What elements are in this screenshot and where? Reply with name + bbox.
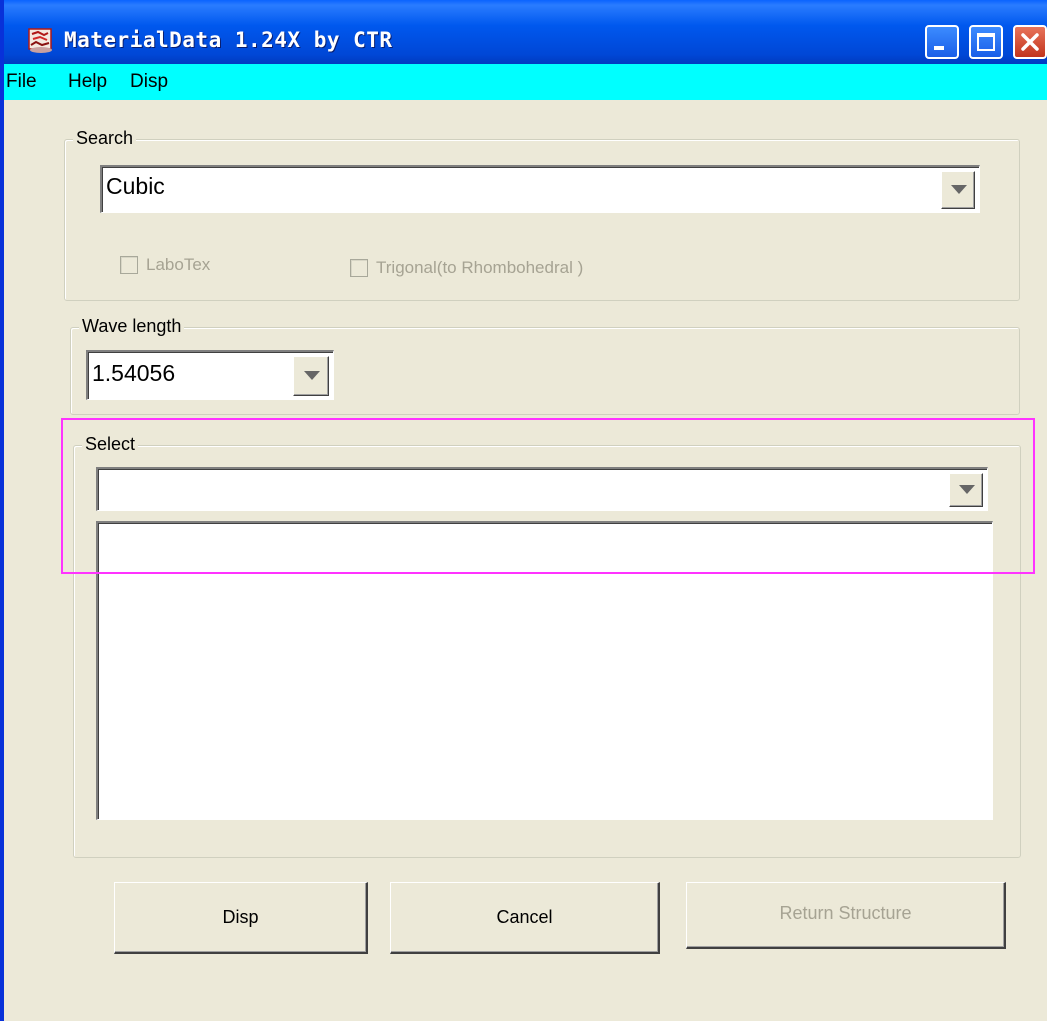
window-title: MaterialData 1.24X by CTR (64, 28, 393, 52)
menu-file[interactable]: File (6, 71, 37, 93)
cancel-button-label: Cancel (496, 907, 553, 927)
main-window: MaterialData 1.24X by CTR File Help Disp… (0, 0, 1047, 1021)
chevron-down-icon (951, 185, 967, 194)
return-structure-button[interactable]: Return Structure (686, 882, 1006, 949)
chevron-down-icon (959, 485, 975, 494)
maximize-icon (977, 33, 995, 51)
disp-button-label: Disp (222, 907, 259, 927)
menu-help[interactable]: Help (68, 71, 107, 93)
minimize-icon (934, 46, 944, 50)
select-listbox[interactable] (96, 521, 993, 820)
wave-length-dropdown-button[interactable] (293, 356, 329, 396)
labotex-checkbox[interactable] (120, 256, 138, 274)
wave-length-value: 1.54056 (92, 360, 176, 386)
trigonal-label: Trigonal(to Rhombohedral ) (376, 258, 584, 277)
disp-button[interactable]: Disp (114, 882, 368, 954)
select-dropdown-button[interactable] (949, 473, 983, 507)
search-value: Cubic (106, 173, 165, 199)
select-combobox[interactable] (96, 467, 988, 511)
close-button[interactable] (1013, 25, 1047, 59)
close-icon (1021, 33, 1039, 51)
cancel-button[interactable]: Cancel (390, 882, 660, 954)
labotex-label: LaboTex (146, 255, 211, 274)
chevron-down-icon (304, 371, 320, 380)
wave-length-combobox[interactable]: 1.54056 (86, 350, 334, 400)
title-bar[interactable]: MaterialData 1.24X by CTR (4, 0, 1047, 64)
search-combobox[interactable]: Cubic (100, 165, 980, 213)
app-icon (28, 28, 52, 53)
maximize-button[interactable] (969, 25, 1003, 59)
minimize-button[interactable] (925, 25, 959, 59)
search-dropdown-button[interactable] (941, 171, 975, 209)
return-structure-button-label: Return Structure (779, 903, 912, 923)
menu-bar: File Help Disp (4, 64, 1047, 100)
wave-length-group-label: Wave length (79, 316, 185, 337)
trigonal-checkbox[interactable] (350, 259, 368, 277)
search-group-label: Search (73, 128, 137, 149)
menu-disp[interactable]: Disp (130, 71, 168, 93)
select-group-label: Select (82, 434, 139, 455)
